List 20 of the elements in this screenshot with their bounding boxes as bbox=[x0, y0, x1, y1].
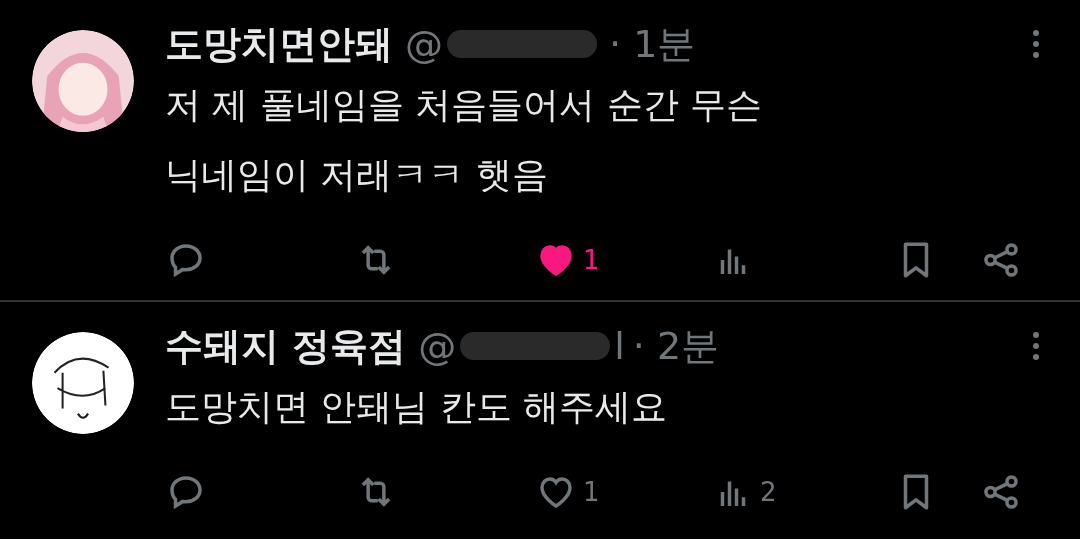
more-icon[interactable] bbox=[1032, 29, 1040, 59]
avatar[interactable] bbox=[31, 30, 134, 132]
tweet-text: 도망치면 안돼님 칸도 해주세요 bbox=[165, 386, 668, 427]
views-button[interactable]: 2 bbox=[712, 471, 777, 513]
view-count: 2 bbox=[760, 475, 777, 509]
timestamp[interactable]: · 2분 bbox=[632, 320, 720, 372]
display-name[interactable]: 수돼지 정육점 bbox=[165, 320, 407, 372]
like-count: 1 bbox=[583, 475, 600, 509]
handle[interactable]: l bbox=[614, 320, 625, 372]
more-icon[interactable] bbox=[1032, 331, 1040, 361]
tweet-text: 닉네임이 저래ㅋㅋ 햇음 bbox=[165, 154, 548, 195]
like-button[interactable]: 1 bbox=[535, 471, 600, 513]
like-count: 1 bbox=[583, 243, 600, 277]
handle[interactable]: @ bbox=[418, 320, 457, 372]
timestamp[interactable]: · 1분 bbox=[609, 18, 696, 70]
like-button[interactable]: 1 bbox=[535, 239, 600, 281]
display-name[interactable]: 도망치면안돼 bbox=[165, 18, 393, 70]
tweet-text: 저 제 풀네임을 처음들어서 순간 무슨 bbox=[165, 84, 763, 125]
handle[interactable]: @ bbox=[405, 18, 443, 70]
avatar[interactable] bbox=[31, 332, 134, 434]
